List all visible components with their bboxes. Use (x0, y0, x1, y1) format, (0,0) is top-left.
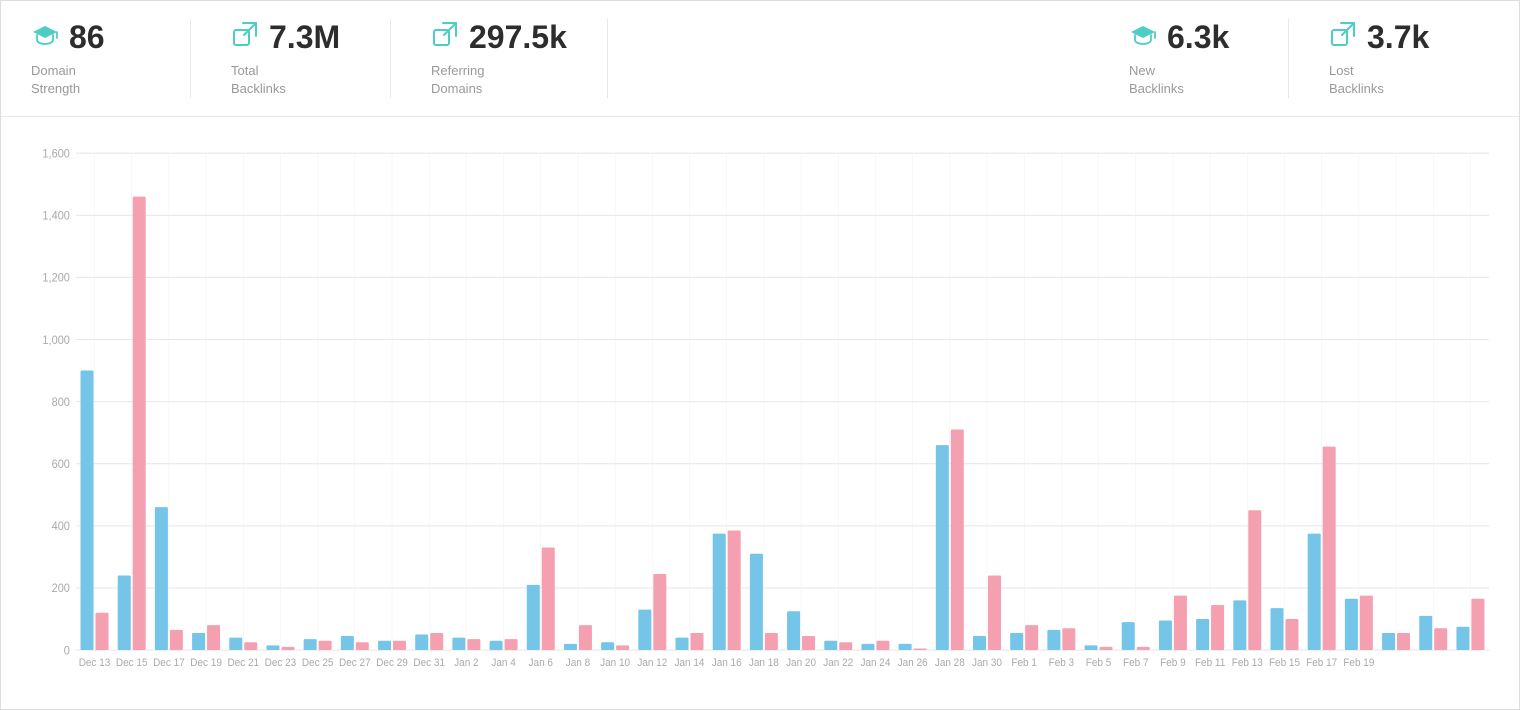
svg-text:Jan 16: Jan 16 (712, 658, 742, 669)
svg-text:800: 800 (52, 397, 70, 409)
svg-text:Feb 9: Feb 9 (1160, 658, 1186, 669)
stat-domain-strength: 86 DomainStrength (31, 19, 191, 98)
svg-text:Dec 13: Dec 13 (79, 658, 111, 669)
svg-text:Feb 5: Feb 5 (1086, 658, 1112, 669)
svg-text:Dec 21: Dec 21 (227, 658, 259, 669)
svg-text:Dec 25: Dec 25 (302, 658, 334, 669)
svg-text:Jan 30: Jan 30 (972, 658, 1002, 669)
new-backlinks-label: NewBacklinks (1129, 62, 1184, 98)
svg-text:Feb 11: Feb 11 (1195, 658, 1226, 669)
svg-text:0: 0 (64, 645, 70, 657)
svg-text:Feb 1: Feb 1 (1011, 658, 1037, 669)
svg-text:Feb 13: Feb 13 (1232, 658, 1263, 669)
total-backlinks-value: 7.3M (269, 19, 340, 56)
referring-domains-label: ReferringDomains (431, 62, 484, 98)
svg-text:1,600: 1,600 (42, 149, 69, 161)
chart-area: 0 200 400 600 800 1,000 1,200 1,400 1,600 Dec 13 D… (1, 117, 1519, 709)
stat-new-backlinks: 6.3k NewBacklinks (1129, 19, 1289, 98)
svg-text:Jan 26: Jan 26 (898, 658, 928, 669)
stats-row: 86 DomainStrength 7.3M TotalBacklinks (1, 1, 1519, 117)
svg-text:1,000: 1,000 (42, 335, 69, 347)
lost-backlinks-label: LostBacklinks (1329, 62, 1384, 98)
svg-text:Dec 17: Dec 17 (153, 658, 185, 669)
svg-text:Feb 17: Feb 17 (1306, 658, 1337, 669)
graduation-cap-icon-2 (1129, 20, 1157, 55)
svg-text:Dec 19: Dec 19 (190, 658, 222, 669)
svg-text:Feb 15: Feb 15 (1269, 658, 1300, 669)
svg-text:Feb 7: Feb 7 (1123, 658, 1149, 669)
svg-text:200: 200 (52, 583, 70, 595)
svg-text:Dec 31: Dec 31 (413, 658, 445, 669)
total-backlinks-label: TotalBacklinks (231, 62, 286, 98)
domain-strength-value: 86 (69, 19, 105, 56)
stat-lost-backlinks: 3.7k LostBacklinks (1329, 19, 1489, 98)
svg-text:Jan 24: Jan 24 (860, 658, 890, 669)
domain-strength-label: DomainStrength (31, 62, 80, 98)
svg-text:Dec 29: Dec 29 (376, 658, 408, 669)
svg-text:400: 400 (52, 521, 70, 533)
svg-text:Dec 15: Dec 15 (116, 658, 148, 669)
svg-text:Jan 8: Jan 8 (566, 658, 591, 669)
svg-text:Jan 22: Jan 22 (823, 658, 853, 669)
lost-backlinks-value: 3.7k (1367, 19, 1429, 56)
svg-text:600: 600 (52, 459, 70, 471)
svg-text:Jan 4: Jan 4 (491, 658, 516, 669)
svg-text:Feb 19: Feb 19 (1343, 658, 1374, 669)
svg-text:1,200: 1,200 (42, 273, 69, 285)
svg-text:Dec 23: Dec 23 (265, 658, 297, 669)
svg-text:Jan 6: Jan 6 (529, 658, 554, 669)
svg-text:Dec 27: Dec 27 (339, 658, 371, 669)
graduation-cap-icon (31, 20, 59, 55)
external-link-icon-1 (231, 20, 259, 55)
svg-text:Jan 2: Jan 2 (454, 658, 479, 669)
stat-referring-domains: 297.5k ReferringDomains (431, 19, 608, 98)
svg-text:Jan 28: Jan 28 (935, 658, 965, 669)
external-link-icon-2 (431, 20, 459, 55)
svg-text:Jan 12: Jan 12 (637, 658, 667, 669)
svg-text:Feb 3: Feb 3 (1049, 658, 1075, 669)
external-link-icon-3 (1329, 20, 1357, 55)
svg-text:1,400: 1,400 (42, 211, 69, 223)
stat-total-backlinks: 7.3M TotalBacklinks (231, 19, 391, 98)
bar-chart: 0 200 400 600 800 1,000 1,200 1,400 1,600 Dec 13 D… (21, 137, 1499, 699)
svg-text:Jan 14: Jan 14 (675, 658, 705, 669)
svg-text:Jan 18: Jan 18 (749, 658, 779, 669)
referring-domains-value: 297.5k (469, 19, 567, 56)
new-backlinks-value: 6.3k (1167, 19, 1229, 56)
svg-text:Jan 10: Jan 10 (600, 658, 630, 669)
svg-text:Jan 20: Jan 20 (786, 658, 816, 669)
main-container: 86 DomainStrength 7.3M TotalBacklinks (0, 0, 1520, 710)
